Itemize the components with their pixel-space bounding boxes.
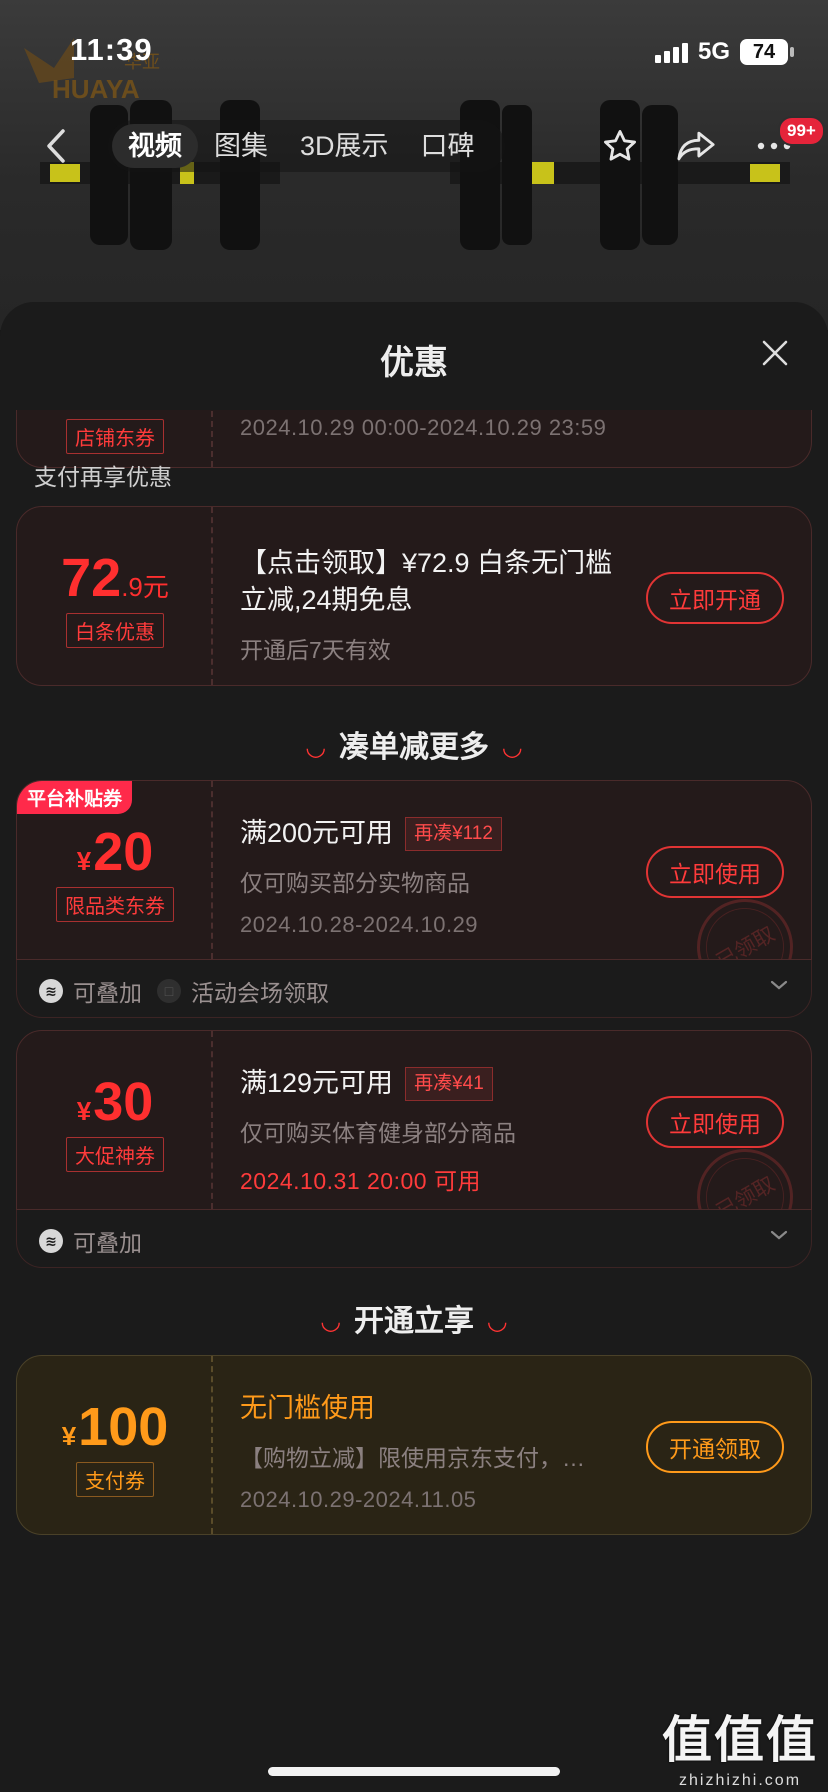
product-hero: HUAYA 华亚 11:39 5G 74 视频 图集 3D展示 口碑 99+	[0, 0, 828, 330]
tab-video[interactable]: 视频	[112, 124, 198, 168]
stackable-icon: ≋	[39, 979, 63, 1003]
chevron-left-icon	[47, 129, 65, 163]
coupon-desc: 【购物立减】限使用京东支付，…	[240, 1445, 585, 1471]
smile-icon: ◡	[321, 1308, 340, 1335]
sheet-title: 优惠	[380, 344, 448, 382]
status-time: 11:39	[70, 32, 153, 67]
stackable-label: 可叠加	[73, 1230, 142, 1256]
use-now-button[interactable]: 立即使用	[646, 1096, 784, 1148]
coupon-validity: 2024.10.29 00:00-2024.10.29 23:59	[240, 415, 607, 440]
stackable-label: 可叠加	[73, 980, 142, 1006]
combine-section-title: ◡ 凑单减更多 ◡	[306, 731, 522, 764]
smile-icon: ◡	[306, 734, 325, 761]
activate-button[interactable]: 立即开通	[646, 572, 784, 624]
coupon-meta-row: ≋ 可叠加 □ 活动会场领取	[16, 960, 812, 1018]
stackable-icon: ≋	[39, 1229, 63, 1253]
coupon-tag: 大促神券	[66, 1137, 164, 1172]
status-icons: 5G 74	[654, 38, 794, 66]
open-claim-button[interactable]: 开通领取	[646, 1421, 784, 1473]
coupon-amount: 72.9元	[61, 548, 169, 608]
product-nav: 视频 图集 3D展示 口碑	[0, 118, 828, 174]
coupon-validity: 2024.10.28-2024.10.29	[240, 912, 479, 937]
sheet-scroll-area[interactable]: 店铺东券 2024.10.29 00:00-2024.10.29 23:59 支…	[0, 410, 828, 1792]
coupon-tag: 支付券	[76, 1462, 154, 1497]
coupon-validity: 2024.10.31 20:00 可用	[240, 1168, 481, 1194]
coupon-meta-row: ≋ 可叠加	[16, 1210, 812, 1268]
smile-icon: ◡	[488, 1308, 507, 1335]
favorite-button[interactable]	[598, 124, 642, 168]
watermark: 值值值 zhizhizhi.com	[662, 1712, 818, 1789]
network-type: 5G	[697, 38, 730, 65]
chevron-down-icon[interactable]	[769, 1228, 789, 1242]
venue-icon: □	[157, 979, 181, 1003]
platform-subsidy-tag: 平台补贴券	[17, 781, 133, 814]
coupon-validity: 2024.10.29-2024.11.05	[240, 1487, 477, 1512]
coupon-amount: ¥30	[76, 1072, 154, 1132]
coupon-title-line1: 【点击领取】¥72.9 白条无门槛	[240, 548, 613, 578]
use-now-button[interactable]: 立即使用	[646, 846, 784, 898]
coupon-amount: ¥20	[76, 822, 154, 882]
back-button[interactable]	[36, 126, 76, 166]
promo-coupon-card: ¥30 大促神券 满129元可用 再凑¥41 仅可购买体育健身部分商品 2024…	[16, 1030, 812, 1210]
message-badge: 99+	[778, 116, 825, 146]
home-indicator[interactable]	[268, 1767, 560, 1776]
discount-sheet: 优惠 店铺东券 2024.10.29 00:00-2024.10.29 23:5…	[0, 302, 828, 1792]
platform-coupon-card: 平台补贴券 ¥20 限品类东券 满200元可用 再凑¥112 仅可购买部分实物商…	[16, 780, 812, 960]
coupon-tag: 限品类东券	[56, 887, 174, 922]
media-tabs: 视频 图集 3D展示 口碑	[108, 120, 505, 172]
payment-coupon-card: ¥100 支付券 无门槛使用 【购物立减】限使用京东支付，… 2024.10.2…	[16, 1355, 812, 1535]
coupon-tag: 白条优惠	[66, 613, 164, 648]
battery-icon: 74	[740, 39, 794, 65]
tab-reviews[interactable]: 口碑	[405, 124, 491, 168]
tab-3d[interactable]: 3D展示	[284, 124, 405, 168]
coupon-scope: 仅可购买部分实物商品	[240, 870, 470, 896]
star-icon	[604, 130, 636, 161]
share-icon	[677, 131, 715, 161]
close-icon[interactable]	[760, 338, 790, 368]
source-label: 活动会场领取	[191, 980, 329, 1006]
open-section-title: ◡ 开通立享 ◡	[321, 1305, 507, 1338]
coupon-title-line2: 立减,24期免息	[240, 585, 413, 615]
coupon-title: 无门槛使用	[240, 1393, 375, 1423]
gap-amount-tag: 再凑¥112	[405, 816, 502, 851]
coupon-condition: 满200元可用	[240, 818, 394, 848]
coupon-amount: ¥100	[61, 1397, 169, 1457]
tab-gallery[interactable]: 图集	[198, 124, 284, 168]
chevron-down-icon[interactable]	[769, 978, 789, 992]
coupon-subtitle: 开通后7天有效	[240, 637, 391, 663]
pay-section-label: 支付再享优惠	[34, 464, 172, 490]
signal-icon	[654, 41, 688, 63]
gap-amount-tag: 再凑¥41	[405, 1066, 493, 1101]
baitiao-coupon-card: 72.9元 白条优惠 【点击领取】¥72.9 白条无门槛 立减,24期免息 开通…	[16, 506, 812, 686]
coupon-tag: 店铺东券	[66, 419, 164, 454]
coupon-scope: 仅可购买体育健身部分商品	[240, 1120, 516, 1146]
share-button[interactable]	[674, 124, 718, 168]
coupon-condition: 满129元可用	[240, 1068, 394, 1098]
smile-icon: ◡	[503, 734, 522, 761]
